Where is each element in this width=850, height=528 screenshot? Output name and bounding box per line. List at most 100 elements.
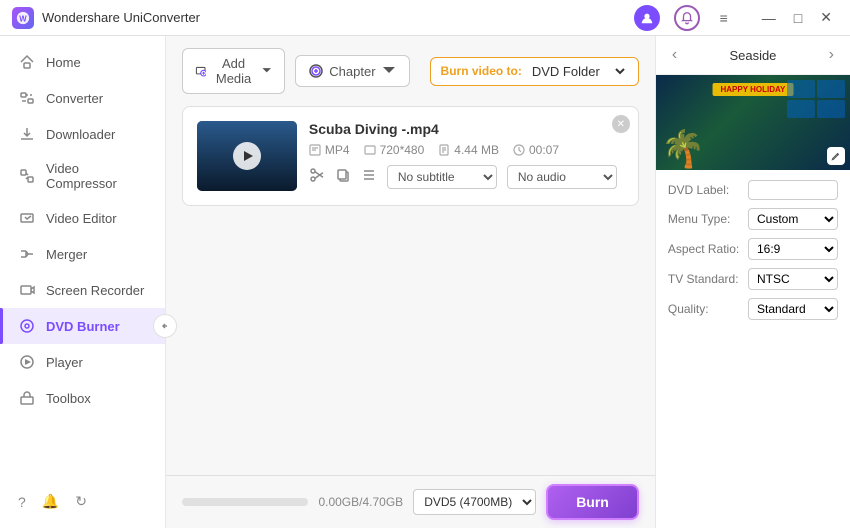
svg-text:W: W xyxy=(19,14,27,23)
video-resolution: 720*480 xyxy=(364,143,425,157)
preview-cell-1 xyxy=(787,80,815,98)
quality-select[interactable]: Standard High Low xyxy=(748,298,838,320)
quality-label: Quality: xyxy=(668,302,709,316)
main-layout: Home Converter Downloader Video Compress… xyxy=(0,36,850,528)
user-icon-btn[interactable] xyxy=(634,5,660,31)
downloader-icon xyxy=(18,125,36,143)
maximize-button[interactable]: □ xyxy=(788,8,808,28)
minimize-button[interactable]: — xyxy=(756,8,782,28)
sidebar-item-merger[interactable]: Merger xyxy=(0,236,165,272)
sidebar-item-player[interactable]: Player xyxy=(0,344,165,380)
toolbar: Add Media Chapter Burn video to: DVD Fol… xyxy=(166,36,655,106)
preview-cell-3 xyxy=(787,100,815,118)
play-button[interactable] xyxy=(233,142,261,170)
video-thumbnail xyxy=(197,121,297,191)
audio-select[interactable]: No audio xyxy=(507,165,617,189)
refresh-icon[interactable]: ↻ xyxy=(75,493,87,510)
destination-select[interactable]: DVD Folder ISO File Disc xyxy=(528,63,628,80)
right-panel-preview: 🌴 HAPPY HOLIDAY xyxy=(656,75,850,170)
video-controls-row: No subtitle No audio xyxy=(309,165,624,189)
help-icon[interactable]: ? xyxy=(18,494,26,510)
title-bar-right: ≡ — □ ✕ xyxy=(634,5,838,31)
sidebar-item-home[interactable]: Home xyxy=(0,44,165,80)
video-list-area: ✕ Scuba Diving -.mp4 MP4 xyxy=(166,106,655,475)
dvd-label-row: DVD Label: xyxy=(668,180,838,200)
tv-standard-row: TV Standard: NTSC PAL xyxy=(668,268,838,290)
right-panel-fields: DVD Label: Menu Type: Custom Classic Mod… xyxy=(656,170,850,330)
app-icon: W xyxy=(12,7,34,29)
video-card: ✕ Scuba Diving -.mp4 MP4 xyxy=(182,106,639,206)
menu-icon[interactable]: ≡ xyxy=(714,6,734,30)
title-icons: ≡ xyxy=(634,5,734,31)
menu-type-row: Menu Type: Custom Classic Modern None xyxy=(668,208,838,230)
subtitle-select[interactable]: No subtitle xyxy=(387,165,497,189)
video-duration: 00:07 xyxy=(513,143,559,157)
editor-icon xyxy=(18,209,36,227)
toolbox-icon xyxy=(18,389,36,407)
dvd-label-input[interactable] xyxy=(748,180,838,200)
dvd-label-label: DVD Label: xyxy=(668,183,729,197)
menu-type-label: Menu Type: xyxy=(668,212,730,226)
bell-icon[interactable]: 🔔 xyxy=(42,493,59,510)
burn-video-to-label: Burn video to: xyxy=(441,64,522,78)
tv-standard-select[interactable]: NTSC PAL xyxy=(748,268,838,290)
copy-icon[interactable] xyxy=(335,167,351,188)
app-title: Wondershare UniConverter xyxy=(42,10,200,25)
bottom-bar: 0.00GB/4.70GB DVD5 (4700MB) DVD9 (8500MB… xyxy=(166,475,655,528)
sidebar-item-toolbox[interactable]: Toolbox xyxy=(0,380,165,416)
title-bar: W Wondershare UniConverter ≡ — □ ✕ xyxy=(0,0,850,36)
right-panel-nav: ‹ Seaside › xyxy=(656,36,850,75)
video-meta: MP4 720*480 4.44 MB 00:07 xyxy=(309,143,624,157)
sidebar-footer: ? 🔔 ↻ xyxy=(0,483,165,520)
sidebar: Home Converter Downloader Video Compress… xyxy=(0,36,166,528)
cut-icon[interactable] xyxy=(309,167,325,188)
converter-icon xyxy=(18,89,36,107)
preview-cell-4 xyxy=(817,100,845,118)
progress-bar-container xyxy=(182,498,309,506)
sidebar-item-screen-recorder[interactable]: Screen Recorder xyxy=(0,272,165,308)
list-icon[interactable] xyxy=(361,167,377,188)
preview-edit-icon[interactable] xyxy=(827,147,845,165)
home-icon xyxy=(18,53,36,71)
compressor-icon xyxy=(18,167,36,185)
merger-icon xyxy=(18,245,36,263)
aspect-ratio-row: Aspect Ratio: 16:9 4:3 xyxy=(668,238,838,260)
burn-video-to-container: Burn video to: DVD Folder ISO File Disc xyxy=(430,57,639,86)
tv-standard-label: TV Standard: xyxy=(668,272,739,286)
close-button[interactable]: ✕ xyxy=(814,7,838,28)
title-bar-left: W Wondershare UniConverter xyxy=(12,7,200,29)
window-controls: — □ ✕ xyxy=(756,7,838,28)
preview-palm: 🌴 xyxy=(661,128,706,170)
video-card-close-button[interactable]: ✕ xyxy=(612,115,630,133)
player-icon xyxy=(18,353,36,371)
preview-cell-2 xyxy=(817,80,845,98)
sidebar-item-video-compressor[interactable]: Video Compressor xyxy=(0,152,165,200)
nav-next-button[interactable]: › xyxy=(825,44,838,66)
add-chapter-button[interactable]: Chapter xyxy=(295,55,409,87)
add-media-button[interactable]: Add Media xyxy=(182,48,285,94)
disc-type-select[interactable]: DVD5 (4700MB) DVD9 (8500MB) xyxy=(413,489,536,515)
sidebar-collapse-btn[interactable] xyxy=(153,314,177,338)
dvd-burner-icon xyxy=(18,317,36,335)
sidebar-item-dvd-burner[interactable]: DVD Burner xyxy=(0,308,165,344)
storage-info: 0.00GB/4.70GB xyxy=(318,495,403,509)
aspect-ratio-select[interactable]: 16:9 4:3 xyxy=(748,238,838,260)
nav-prev-button[interactable]: ‹ xyxy=(668,44,681,66)
quality-row: Quality: Standard High Low xyxy=(668,298,838,320)
nav-label: Seaside xyxy=(729,48,776,63)
video-info: Scuba Diving -.mp4 MP4 720*480 4.44 M xyxy=(309,121,624,189)
sidebar-item-video-editor[interactable]: Video Editor xyxy=(0,200,165,236)
preview-banner: HAPPY HOLIDAY xyxy=(712,83,793,96)
burn-button[interactable]: Burn xyxy=(546,484,639,520)
notification-icon[interactable] xyxy=(674,5,700,31)
video-title: Scuba Diving -.mp4 xyxy=(309,121,624,137)
preview-grid xyxy=(787,80,845,118)
video-format: MP4 xyxy=(309,143,350,157)
aspect-ratio-label: Aspect Ratio: xyxy=(668,242,739,256)
sidebar-item-downloader[interactable]: Downloader xyxy=(0,116,165,152)
content-area: Add Media Chapter Burn video to: DVD Fol… xyxy=(166,36,655,528)
menu-type-select[interactable]: Custom Classic Modern None xyxy=(748,208,838,230)
sidebar-item-converter[interactable]: Converter xyxy=(0,80,165,116)
right-panel: ‹ Seaside › 🌴 HAPPY HOLIDAY DVD xyxy=(655,36,850,528)
video-size: 4.44 MB xyxy=(438,143,499,157)
